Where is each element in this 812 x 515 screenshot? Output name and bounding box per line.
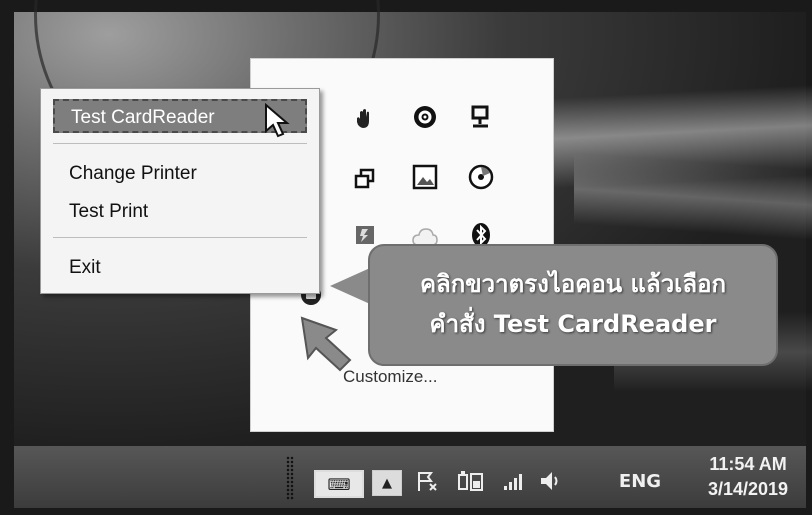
taskbar-grip — [286, 456, 294, 500]
battery-power-icon[interactable] — [454, 468, 488, 494]
callout-line-1: คลิกขวาตรงไอคอน แล้วเลือก — [419, 270, 727, 298]
taskbar-clock[interactable]: 11:54 AM 3/14/2019 — [690, 452, 806, 502]
copy-window-icon[interactable] — [351, 165, 379, 193]
language-indicator[interactable]: ENG — [618, 468, 662, 494]
pointer-arrow-icon — [300, 316, 352, 372]
menu-item-test-print[interactable]: Test Print — [53, 195, 307, 229]
app-square-icon[interactable] — [351, 221, 379, 249]
clock-date: 3/14/2019 — [707, 479, 789, 499]
menu-separator — [53, 237, 307, 238]
taskbar: ⌨ ▲ ENG 11:54 AM 3/14/2019 — [14, 446, 806, 508]
menu-separator — [53, 143, 307, 144]
callout-text: คลิกขวาตรงไอคอน แล้วเลือก คำสั่ง Test Ca… — [370, 264, 776, 344]
clock-time: 11:54 AM — [709, 454, 787, 474]
mouse-cursor-icon — [265, 103, 290, 138]
screenshot-frame: Customize... คลิกขวาตรงไอคอน แล้วเลือก ค… — [0, 0, 812, 515]
speaker-icon[interactable] — [536, 468, 566, 494]
instruction-callout: คลิกขวาตรงไอคอน แล้วเลือก คำสั่ง Test Ca… — [368, 244, 778, 366]
show-hidden-icons-button[interactable]: ▲ — [372, 470, 402, 496]
wifi-signal-icon[interactable] — [500, 468, 530, 494]
menu-item-change-printer[interactable]: Change Printer — [53, 157, 307, 191]
gear-circle-icon[interactable] — [411, 103, 439, 131]
network-monitor-icon[interactable] — [467, 103, 495, 131]
keyboard-icon[interactable]: ⌨ — [314, 470, 364, 498]
disc-icon[interactable] — [467, 163, 495, 191]
callout-line-2: คำสั่ง Test CardReader — [429, 310, 717, 338]
hand-cursor-icon[interactable] — [351, 105, 379, 133]
action-center-flag-icon[interactable] — [412, 468, 442, 494]
photo-frame-icon[interactable] — [411, 163, 439, 191]
tray-context-menu: Test CardReader Change Printer Test Prin… — [40, 88, 320, 294]
customize-link[interactable]: Customize... — [343, 367, 437, 387]
menu-item-exit[interactable]: Exit — [53, 251, 307, 285]
callout-tail — [330, 268, 370, 304]
